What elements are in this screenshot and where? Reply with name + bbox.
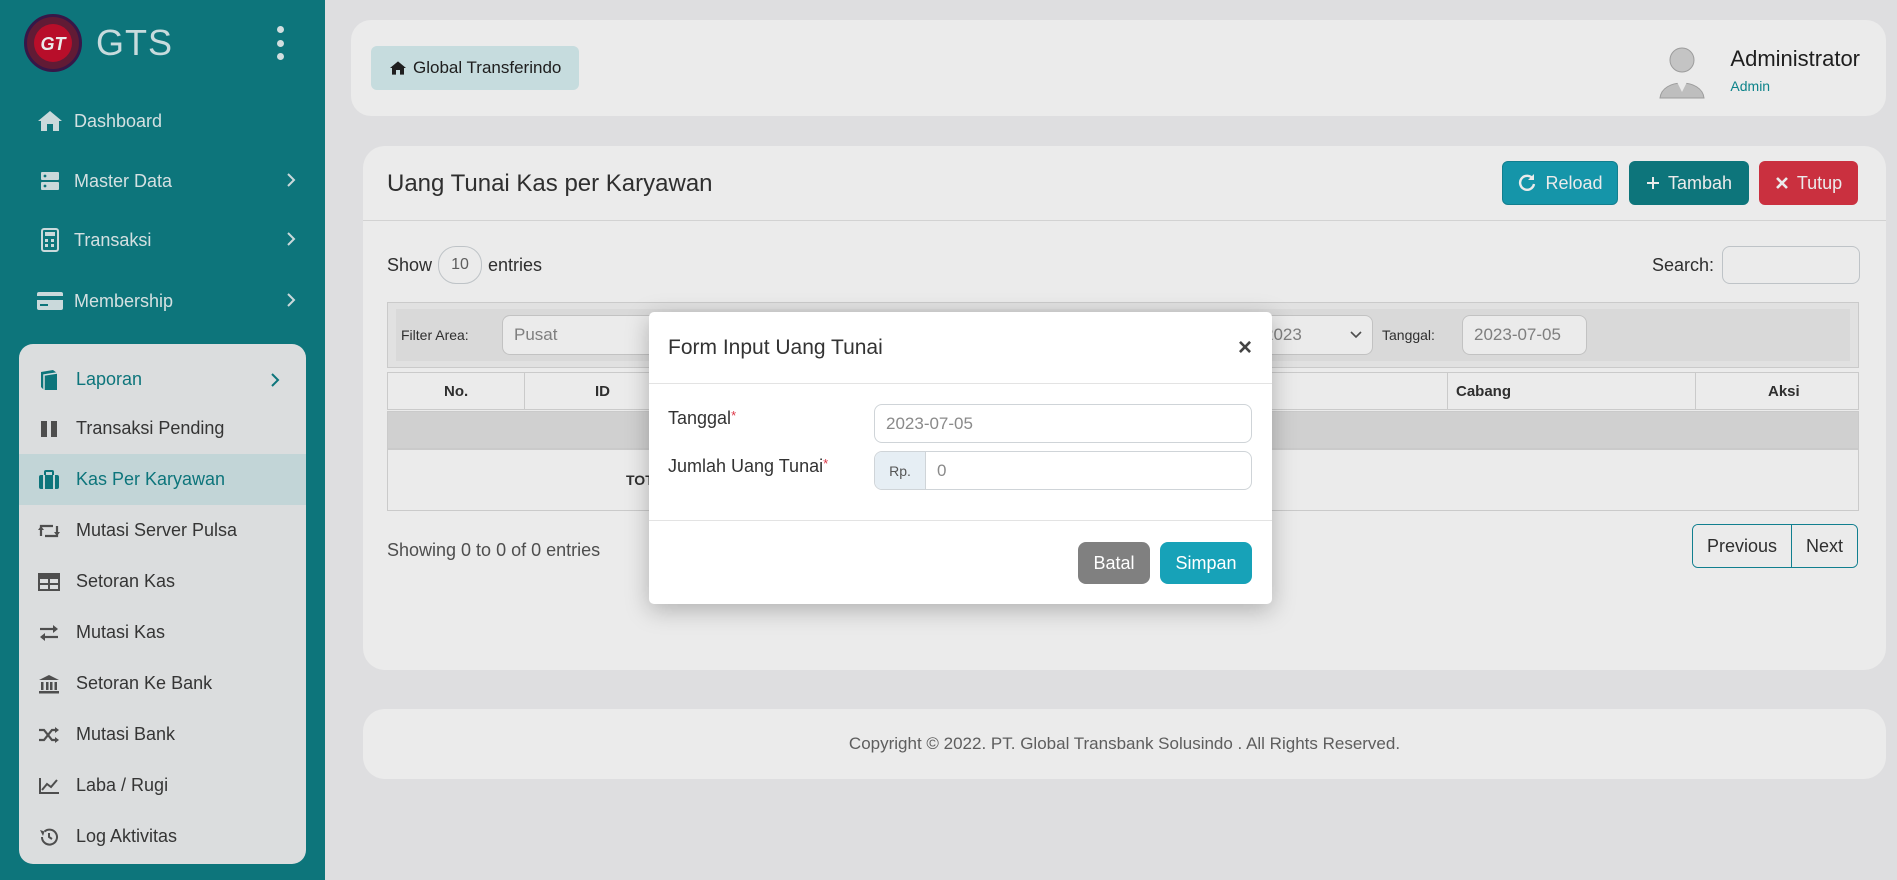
amount-input[interactable]: 0: [926, 452, 946, 489]
currency-prefix: Rp.: [875, 452, 926, 489]
modal-title: Form Input Uang Tunai: [668, 336, 883, 359]
modal-close-icon[interactable]: ×: [1238, 334, 1252, 362]
save-button[interactable]: Simpan: [1160, 542, 1252, 584]
date-label: Tanggal*: [668, 408, 737, 428]
divider: [649, 383, 1272, 384]
amount-label: Jumlah Uang Tunai*: [668, 456, 829, 476]
cash-input-modal: Form Input Uang Tunai × Tanggal* 2023-07…: [649, 312, 1272, 604]
cancel-button[interactable]: Batal: [1078, 542, 1150, 584]
divider: [649, 520, 1272, 521]
required-mark: *: [823, 456, 829, 471]
required-mark: *: [731, 408, 737, 423]
date-input[interactable]: 2023-07-05: [874, 404, 1252, 443]
amount-input-group: Rp. 0: [874, 451, 1252, 490]
